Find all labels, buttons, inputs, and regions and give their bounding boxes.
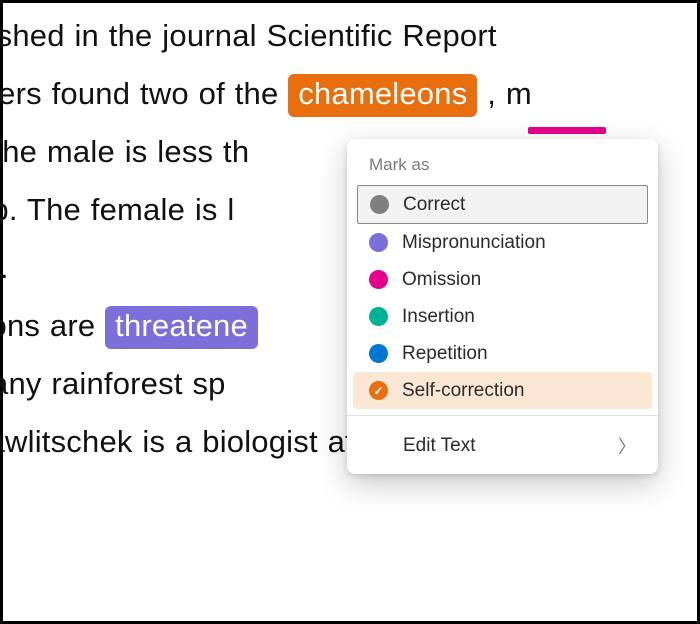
popup-title: Mark as [347, 151, 658, 185]
option-label: Self-correction [402, 381, 525, 400]
text-fragment: , m [487, 76, 532, 111]
dot-icon [369, 233, 388, 252]
text-fragment: chers found two of the [0, 76, 288, 111]
option-label: Omission [402, 270, 481, 289]
mark-option-insertion[interactable]: Insertion [347, 298, 658, 335]
mark-option-omission[interactable]: Omission [347, 261, 658, 298]
divider [347, 415, 658, 416]
option-label: Correct [403, 195, 465, 214]
mark-option-self-correction[interactable]: ✓ Self-correction [353, 372, 652, 409]
passage-line: chers found two of the chameleons , m [0, 65, 697, 123]
dot-icon [369, 270, 388, 289]
option-label: Mispronunciation [402, 233, 546, 252]
highlighted-word-chameleons[interactable]: chameleons [288, 74, 477, 117]
edit-text-button[interactable]: Edit Text 〉 [347, 422, 658, 470]
passage-line: blished in the journal Scientific Report [0, 7, 697, 65]
option-label: Repetition [402, 344, 488, 363]
dot-icon [369, 344, 388, 363]
mark-option-correct[interactable]: Correct [357, 185, 648, 224]
mark-option-repetition[interactable]: Repetition [347, 335, 658, 372]
chevron-right-icon: 〉 [618, 433, 636, 459]
check-icon: ✓ [369, 381, 388, 400]
text-fragment: many rainforest sp [0, 366, 226, 401]
highlighted-word-threatene[interactable]: threatene [105, 306, 258, 349]
text-fragment: leons are [0, 308, 105, 343]
text-fragment: rtip. The female is l [0, 192, 235, 227]
edit-text-label: Edit Text [403, 435, 476, 457]
omission-marker-icon [528, 127, 606, 134]
dot-icon [370, 195, 389, 214]
text-fragment: blished in the journal Scientific Report [0, 18, 497, 53]
dot-icon [369, 307, 388, 326]
mark-as-popup: Mark as Correct Mispronunciation Omissio… [347, 139, 658, 474]
text-fragment: ng. [0, 250, 9, 285]
text-fragment: . The male is less th [0, 134, 249, 169]
mark-option-mispronunciation[interactable]: Mispronunciation [347, 224, 658, 261]
option-label: Insertion [402, 307, 475, 326]
